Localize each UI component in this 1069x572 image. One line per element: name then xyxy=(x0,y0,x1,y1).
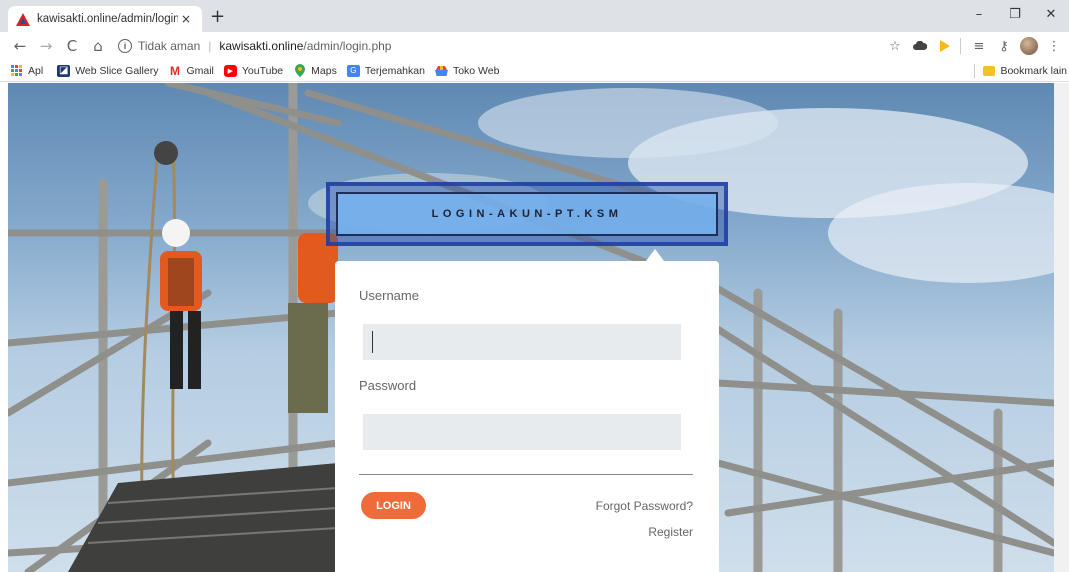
bookmark-maps[interactable]: Maps xyxy=(293,64,337,77)
page-viewport: LOGIN-AKUN-PT.KSM Username Password LOGI… xyxy=(0,83,1069,572)
folder-icon xyxy=(983,66,996,76)
menu-kebab-icon[interactable]: ⋮ xyxy=(1043,35,1065,57)
security-label[interactable]: Tidak aman xyxy=(138,39,200,53)
translate-icon: G xyxy=(346,64,360,77)
omnibox-divider: | xyxy=(208,39,212,53)
toolbar-actions: ☆ ≡ ⚷ ⋮ xyxy=(881,34,1069,58)
bookmark-toko-web[interactable]: Toko Web xyxy=(434,64,500,77)
cloud-extension-icon[interactable] xyxy=(909,35,931,57)
webstore-icon xyxy=(434,65,448,77)
profile-avatar[interactable] xyxy=(1018,35,1040,57)
password-input[interactable] xyxy=(363,414,681,450)
forgot-password-link[interactable]: Forgot Password? xyxy=(596,499,693,513)
bookmark-label: Gmail xyxy=(186,64,214,77)
youtube-icon: ▶ xyxy=(223,64,237,77)
bookmarks-separator xyxy=(974,64,976,78)
close-window-icon[interactable]: ✕ xyxy=(1033,0,1069,28)
apps-grid-icon xyxy=(10,65,23,77)
url-host[interactable]: kawisakti.online xyxy=(219,39,303,53)
bookmark-gmail[interactable]: M Gmail xyxy=(168,63,214,78)
other-bookmarks[interactable]: Bookmark lain xyxy=(974,60,1069,82)
restore-icon[interactable]: ❐ xyxy=(997,0,1033,28)
maps-pin-icon xyxy=(293,64,306,77)
tab-close-icon[interactable]: × xyxy=(178,12,194,26)
tab-title: kawisakti.online/admin/login.php xyxy=(37,13,178,25)
bookmark-translate[interactable]: G Terjemahkan xyxy=(346,64,425,77)
register-link[interactable]: Register xyxy=(648,525,693,539)
bookmark-youtube[interactable]: ▶ YouTube xyxy=(223,64,284,77)
card-pointer xyxy=(646,249,664,261)
web-slice-icon: ◪ xyxy=(57,64,71,77)
bookmark-web-slice-gallery[interactable]: ◪ Web Slice Gallery xyxy=(57,64,159,77)
bookmarks-bar: Apl ◪ Web Slice Gallery M Gmail ▶ YouTub… xyxy=(0,60,1069,82)
banner-inner: LOGIN-AKUN-PT.KSM xyxy=(336,192,718,236)
username-label: Username xyxy=(359,288,419,303)
password-label: Password xyxy=(359,378,417,393)
bookmark-other-label: Bookmark lain xyxy=(1000,65,1067,77)
home-icon[interactable]: ⌂ xyxy=(86,34,110,58)
page-edge xyxy=(1054,83,1069,572)
info-icon[interactable]: i xyxy=(118,39,132,53)
gmail-icon: M xyxy=(169,63,180,78)
bookmark-label: Terjemahkan xyxy=(364,64,425,77)
bookmark-label: Toko Web xyxy=(452,64,500,77)
address-bar[interactable]: i Tidak aman | kawisakti.online/admin/lo… xyxy=(118,34,908,58)
play-extension-icon[interactable] xyxy=(934,35,956,57)
form-divider xyxy=(359,474,693,475)
browser-toolbar: ← → C ⌂ i Tidak aman | kawisakti.online /… xyxy=(0,32,1069,60)
login-card: Username Password LOGIN Forgot Password?… xyxy=(335,261,719,572)
reading-list-icon[interactable]: ≡ xyxy=(968,35,990,57)
bookmark-label: Apl xyxy=(28,64,44,77)
bookmark-label: Maps xyxy=(311,64,337,77)
key-icon[interactable]: ⚷ xyxy=(993,35,1015,57)
url-path[interactable]: /admin/login.php xyxy=(303,39,391,53)
minimize-icon[interactable]: – xyxy=(961,0,997,28)
bookmark-label: YouTube xyxy=(241,64,284,77)
forward-arrow-icon[interactable]: → xyxy=(34,34,58,58)
login-button[interactable]: LOGIN xyxy=(361,492,426,519)
new-tab-button[interactable]: + xyxy=(210,6,225,27)
site-favicon-icon xyxy=(16,12,30,26)
tab-strip: kawisakti.online/admin/login.php × + – ❐… xyxy=(0,0,1069,32)
browser-tab[interactable]: kawisakti.online/admin/login.php × xyxy=(8,6,202,32)
star-bookmark-icon[interactable]: ☆ xyxy=(884,35,906,57)
avatar xyxy=(1020,37,1038,55)
back-arrow-icon[interactable]: ← xyxy=(8,34,32,58)
bookmark-label: Web Slice Gallery xyxy=(75,64,159,77)
window-controls: – ❐ ✕ xyxy=(961,0,1069,28)
toolbar-separator xyxy=(960,38,961,54)
username-input[interactable] xyxy=(363,324,681,360)
bookmark-apps[interactable]: Apl xyxy=(10,65,43,77)
text-cursor xyxy=(372,331,373,353)
banner-title: LOGIN-AKUN-PT.KSM xyxy=(431,208,623,220)
reload-icon[interactable]: C xyxy=(60,34,84,58)
login-banner: LOGIN-AKUN-PT.KSM xyxy=(326,182,728,246)
